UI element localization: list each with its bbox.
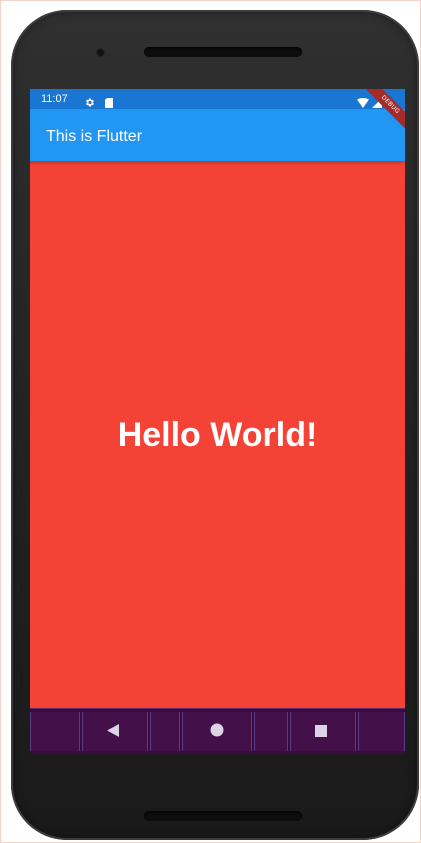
- nav-bar-tile: [254, 712, 288, 751]
- status-bar: 11:07: [30, 89, 405, 109]
- home-icon: [210, 722, 224, 741]
- front-camera: [96, 48, 105, 57]
- app-bar-title: This is Flutter: [46, 128, 143, 145]
- body-area: Hello World!: [30, 161, 405, 709]
- status-time: 11:07: [41, 93, 68, 105]
- back-icon: [107, 722, 119, 741]
- back-button[interactable]: [89, 709, 137, 754]
- recents-button[interactable]: [297, 709, 345, 754]
- earpiece-speaker: [144, 47, 302, 57]
- app-bar: This is Flutter: [30, 109, 405, 161]
- navigation-bar: [30, 708, 405, 754]
- nav-bar-tile: [150, 712, 180, 751]
- home-button[interactable]: [193, 709, 241, 754]
- device-screen: 11:07 This is Flutter DEBUG Hello World!: [30, 89, 405, 754]
- bottom-speaker: [144, 811, 302, 821]
- recents-icon: [315, 722, 327, 741]
- hello-world-text: Hello World!: [117, 415, 318, 454]
- nav-bar-tile: [30, 712, 80, 751]
- nav-bar-tile: [358, 712, 405, 751]
